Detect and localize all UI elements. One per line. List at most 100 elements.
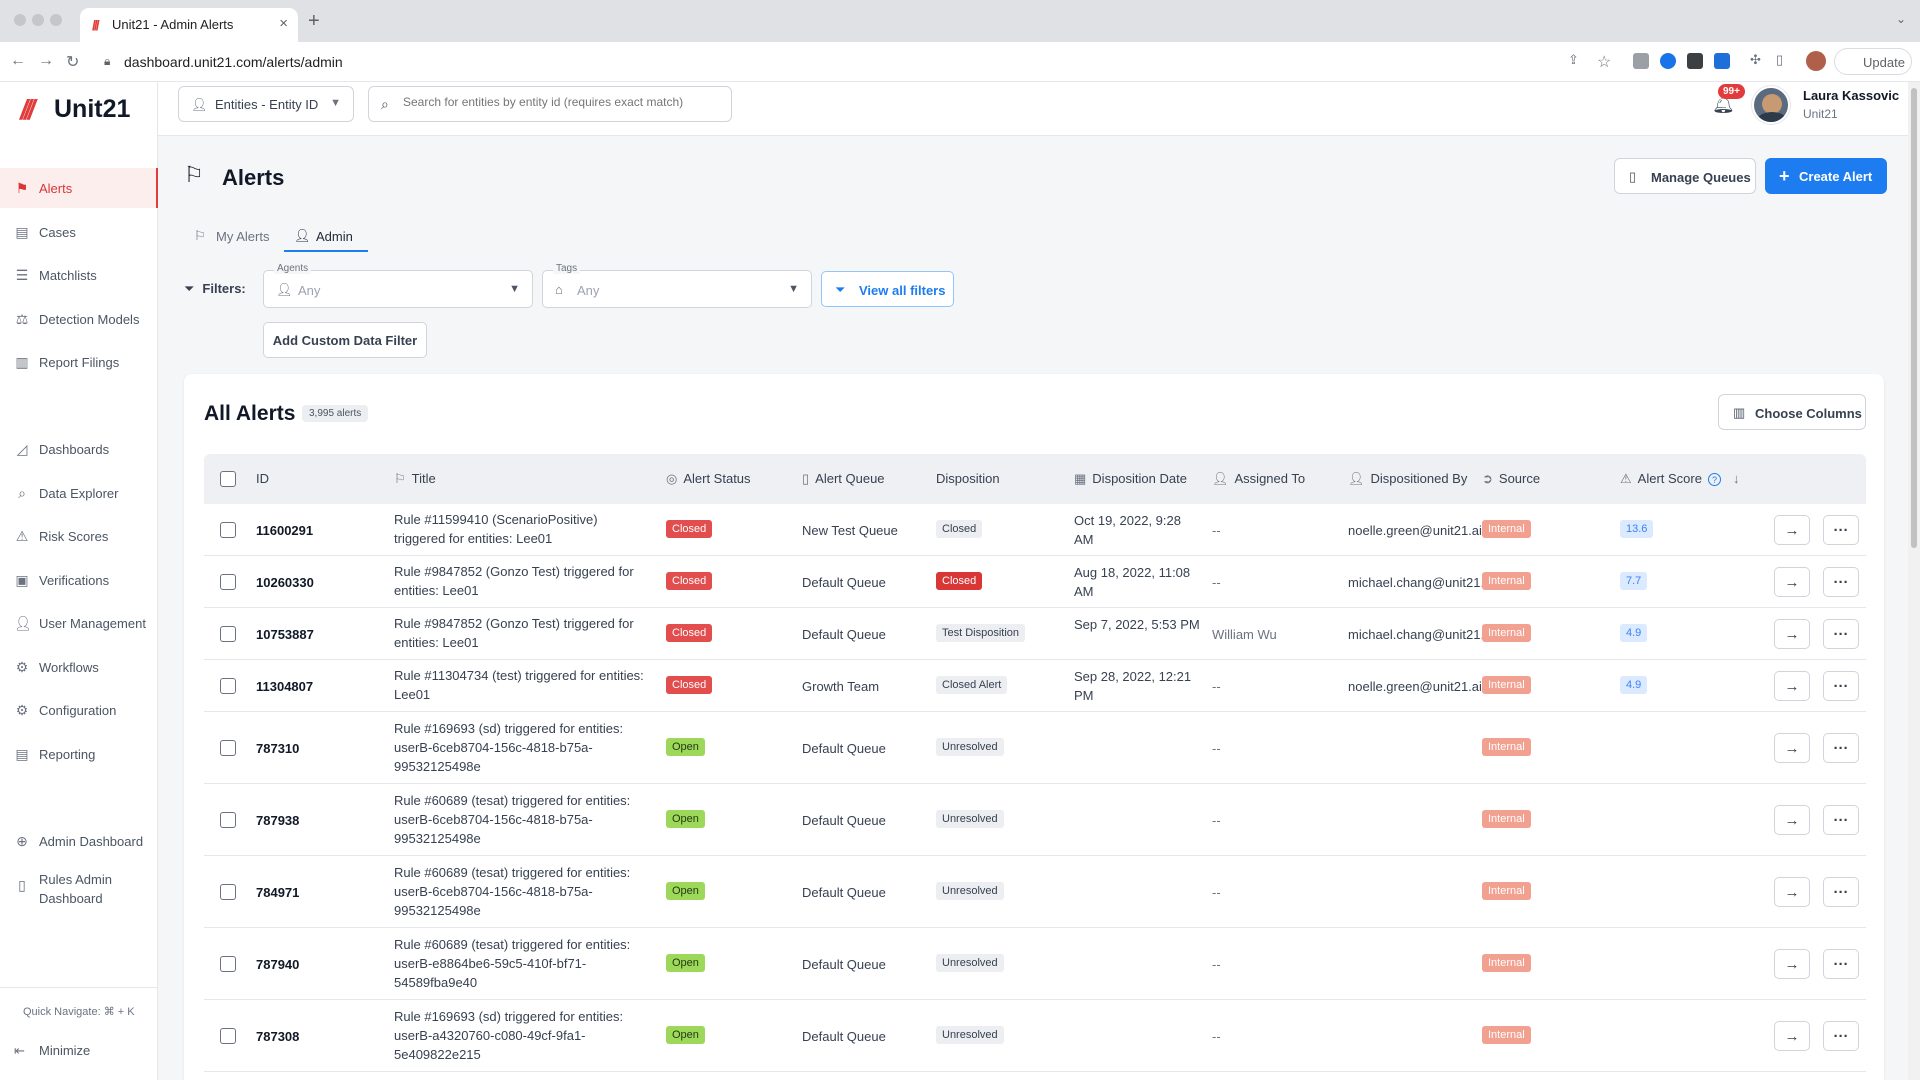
sidebar-item-alerts[interactable]: ⚑ Alerts — [0, 168, 158, 208]
sidebar-item-cases[interactable]: ▤ Cases — [0, 212, 158, 252]
column-header-alert-queue[interactable]: ▯ Alert Queue — [802, 471, 885, 487]
column-header-alert-score[interactable]: ⚠ Alert Score? ↓ — [1620, 471, 1745, 487]
alert-title[interactable]: Rule #60689 (tesat) triggered for entiti… — [394, 863, 652, 920]
more-options-icon[interactable]: ··· — [1823, 805, 1859, 835]
alert-id[interactable]: 11304807 — [256, 679, 313, 694]
new-tab-button[interactable]: + — [308, 10, 320, 33]
alert-title[interactable]: Rule #60689 (tesat) triggered for entiti… — [394, 791, 652, 848]
view-all-filters-button[interactable]: ⏷ View all filters — [821, 271, 954, 307]
tab-search-chevron-icon[interactable]: ⌄ — [1896, 12, 1906, 26]
alert-id[interactable]: 10753887 — [256, 627, 314, 642]
row-checkbox[interactable] — [220, 1028, 236, 1044]
sidebar-item-user-management[interactable]: 👤︎ User Management — [0, 603, 158, 643]
browser-profile-avatar[interactable] — [1806, 51, 1826, 71]
more-options-icon[interactable]: ··· — [1823, 949, 1859, 979]
row-checkbox[interactable] — [220, 678, 236, 694]
entity-search-input[interactable] — [403, 95, 723, 109]
tab-my-alerts[interactable]: ⚐ My Alerts — [184, 218, 282, 252]
sidebar-item-reporting[interactable]: ▤ Reporting — [0, 734, 158, 774]
create-alert-button[interactable]: + Create Alert — [1765, 158, 1887, 194]
back-arrow-icon[interactable]: ← — [10, 52, 26, 70]
sidebar-item-admin-dashboard[interactable]: ⊕ Admin Dashboard — [0, 821, 158, 861]
extension-circle-icon[interactable] — [1660, 53, 1676, 69]
column-header-alert-status[interactable]: ◎ Alert Status — [666, 471, 751, 487]
alert-id[interactable]: 10260330 — [256, 575, 314, 590]
more-options-icon[interactable]: ··· — [1823, 877, 1859, 907]
extension-download-icon[interactable] — [1714, 53, 1730, 69]
row-checkbox[interactable] — [220, 522, 236, 538]
open-alert-arrow-icon[interactable]: → — [1774, 671, 1810, 701]
alert-title[interactable]: Rule #11304734 (test) triggered for enti… — [394, 666, 652, 704]
table-row[interactable]: 787938 Rule #60689 (tesat) triggered for … — [204, 784, 1866, 856]
browser-tab[interactable]: /// Unit21 - Admin Alerts × — [80, 8, 298, 42]
window-close-button[interactable] — [14, 14, 26, 26]
open-alert-arrow-icon[interactable]: → — [1774, 567, 1810, 597]
alert-title[interactable]: Rule #169693 (sd) triggered for entities… — [394, 719, 652, 776]
alert-title[interactable]: Rule #9847852 (Gonzo Test) triggered for… — [394, 614, 652, 652]
select-all-checkbox[interactable] — [220, 471, 236, 487]
browser-update-button[interactable]: Update — [1834, 48, 1912, 75]
avatar[interactable] — [1752, 86, 1790, 124]
alert-id[interactable]: 784971 — [256, 885, 299, 900]
sidebar-item-workflows[interactable]: ⚙ Workflows — [0, 647, 158, 687]
open-alert-arrow-icon[interactable]: → — [1774, 805, 1810, 835]
table-row[interactable]: 11600291 Rule #11599410 (ScenarioPositive… — [204, 504, 1866, 556]
row-checkbox[interactable] — [220, 956, 236, 972]
address-bar[interactable]: 🔒︎ dashboard.unit21.com/alerts/admin — [100, 48, 1560, 76]
add-custom-data-filter-button[interactable]: Add Custom Data Filter — [263, 322, 427, 358]
bookmark-star-icon[interactable]: ☆ — [1597, 52, 1611, 72]
alert-id[interactable]: 787310 — [256, 741, 299, 756]
alert-id[interactable]: 11600291 — [256, 523, 313, 538]
minimize-sidebar-button[interactable]: ⇤ Minimize — [0, 1032, 158, 1068]
table-row[interactable]: 11304807 Rule #11304734 (test) triggered … — [204, 660, 1866, 712]
open-alert-arrow-icon[interactable]: → — [1774, 949, 1810, 979]
window-minimize-button[interactable] — [32, 14, 44, 26]
alert-title[interactable]: Rule #60689 (tesat) triggered for entiti… — [394, 935, 652, 992]
column-header-dispositioned-by[interactable]: 👤︎ Dispositioned By — [1348, 471, 1467, 487]
sidebar-item-rules-admin-dashboard[interactable]: ▯ Rules Admin Dashboard — [0, 865, 158, 906]
sidebar-item-data-explorer[interactable]: ⌕ Data Explorer — [0, 473, 158, 513]
alert-title[interactable]: Rule #169693 (sd) triggered for entities… — [394, 1007, 652, 1064]
open-alert-arrow-icon[interactable]: → — [1774, 877, 1810, 907]
tags-filter-select[interactable]: Tags ⌂ Any ▼ — [542, 263, 812, 308]
manage-queues-button[interactable]: ▯ Manage Queues — [1614, 158, 1756, 194]
sort-down-arrow-icon[interactable]: ↓ — [1733, 471, 1740, 486]
entity-search[interactable]: ⌕ — [368, 86, 732, 122]
user-name[interactable]: Laura Kassovic — [1803, 88, 1899, 103]
open-alert-arrow-icon[interactable]: → — [1774, 1021, 1810, 1051]
side-panel-icon[interactable]: ▯ — [1776, 52, 1783, 68]
column-header-source[interactable]: ➲ Source — [1482, 471, 1540, 487]
sidebar-item-dashboards[interactable]: ◿ Dashboards — [0, 429, 158, 469]
choose-columns-button[interactable]: ▥ Choose Columns — [1718, 394, 1866, 430]
sidebar-item-matchlists[interactable]: ☰ Matchlists — [0, 255, 158, 295]
alert-title[interactable]: Rule #11599410 (ScenarioPositive) trigge… — [394, 510, 652, 548]
page-scrollbar[interactable] — [1908, 82, 1920, 1080]
more-options-icon[interactable]: ··· — [1823, 567, 1859, 597]
tab-close-icon[interactable]: × — [279, 15, 288, 32]
more-options-icon[interactable]: ··· — [1823, 1021, 1859, 1051]
puzzle-extensions-icon[interactable]: ✣ — [1750, 52, 1761, 68]
row-checkbox[interactable] — [220, 626, 236, 642]
sidebar-item-detection-models[interactable]: ⚖ Detection Models — [0, 299, 158, 339]
agents-filter-select[interactable]: Agents 👤︎ Any ▼ — [263, 263, 533, 308]
more-options-icon[interactable]: ··· — [1823, 733, 1859, 763]
table-row[interactable]: 784971 Rule #60689 (tesat) triggered for … — [204, 856, 1866, 928]
sidebar-item-risk-scores[interactable]: ⚠ Risk Scores — [0, 516, 158, 556]
row-checkbox[interactable] — [220, 574, 236, 590]
table-row[interactable]: 787308 Rule #169693 (sd) triggered for en… — [204, 1000, 1866, 1072]
sidebar-item-configuration[interactable]: ⚙ Configuration — [0, 690, 158, 730]
table-row[interactable]: 10753887 Rule #9847852 (Gonzo Test) trigg… — [204, 608, 1866, 660]
reload-icon[interactable]: ↻ — [66, 52, 79, 72]
more-options-icon[interactable]: ··· — [1823, 671, 1859, 701]
column-header-disposition[interactable]: Disposition — [936, 471, 1000, 486]
sidebar-item-report-filings[interactable]: ▥ Report Filings — [0, 342, 158, 382]
table-row[interactable]: 787940 Rule #60689 (tesat) triggered for … — [204, 928, 1866, 1000]
alert-id[interactable]: 787940 — [256, 957, 299, 972]
open-alert-arrow-icon[interactable]: → — [1774, 619, 1810, 649]
row-checkbox[interactable] — [220, 884, 236, 900]
open-alert-arrow-icon[interactable]: → — [1774, 733, 1810, 763]
column-header-id[interactable]: ID — [256, 471, 269, 486]
share-icon[interactable]: ⇪ — [1568, 52, 1579, 68]
row-checkbox[interactable] — [220, 740, 236, 756]
tab-admin[interactable]: 👤︎ Admin — [284, 218, 368, 252]
